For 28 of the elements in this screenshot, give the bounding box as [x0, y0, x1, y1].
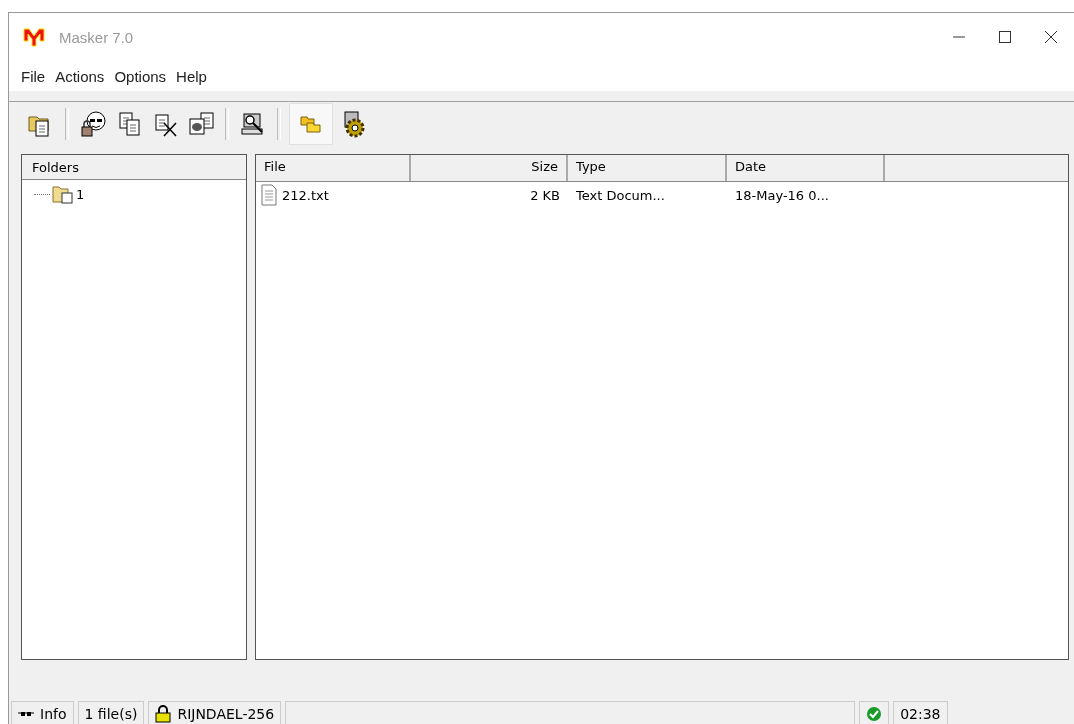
app-logo: [23, 26, 45, 48]
cipher-panel: RIJNDAEL-256: [148, 701, 282, 724]
table-cell-text: 18-May-16 0...: [734, 187, 830, 203]
table-cell-text: Text Docum...: [575, 187, 666, 203]
check-icon: [866, 705, 883, 722]
clock: 02:38: [893, 701, 948, 724]
file-count: 1 file(s): [77, 701, 145, 724]
column-header[interactable]: Size: [411, 155, 568, 181]
maximize-icon: [999, 31, 1011, 43]
lock-icon: [155, 704, 172, 723]
menu-item[interactable]: File: [21, 67, 52, 85]
close-icon: [1045, 31, 1057, 43]
glasses-icon: [18, 709, 34, 718]
window-title: Masker 7.0: [59, 28, 134, 46]
text-file-icon: [260, 184, 278, 206]
table-cell-text: 2 KB: [529, 187, 561, 203]
column-header[interactable]: File: [256, 155, 411, 181]
menu-item[interactable]: Actions: [55, 67, 111, 85]
file-name[interactable]: 212.txt: [282, 187, 329, 203]
tree-item[interactable]: 1: [76, 186, 85, 202]
lock-face-icon: [78, 109, 108, 139]
column-header[interactable]: Folders: [22, 155, 246, 180]
column-header[interactable]: Date: [727, 155, 885, 181]
folder-icon: [52, 184, 74, 204]
info-panel: Info: [11, 701, 74, 724]
menu-item[interactable]: Options: [114, 67, 173, 85]
menu-item[interactable]: Help: [176, 67, 213, 85]
column-header[interactable]: Type: [568, 155, 727, 181]
